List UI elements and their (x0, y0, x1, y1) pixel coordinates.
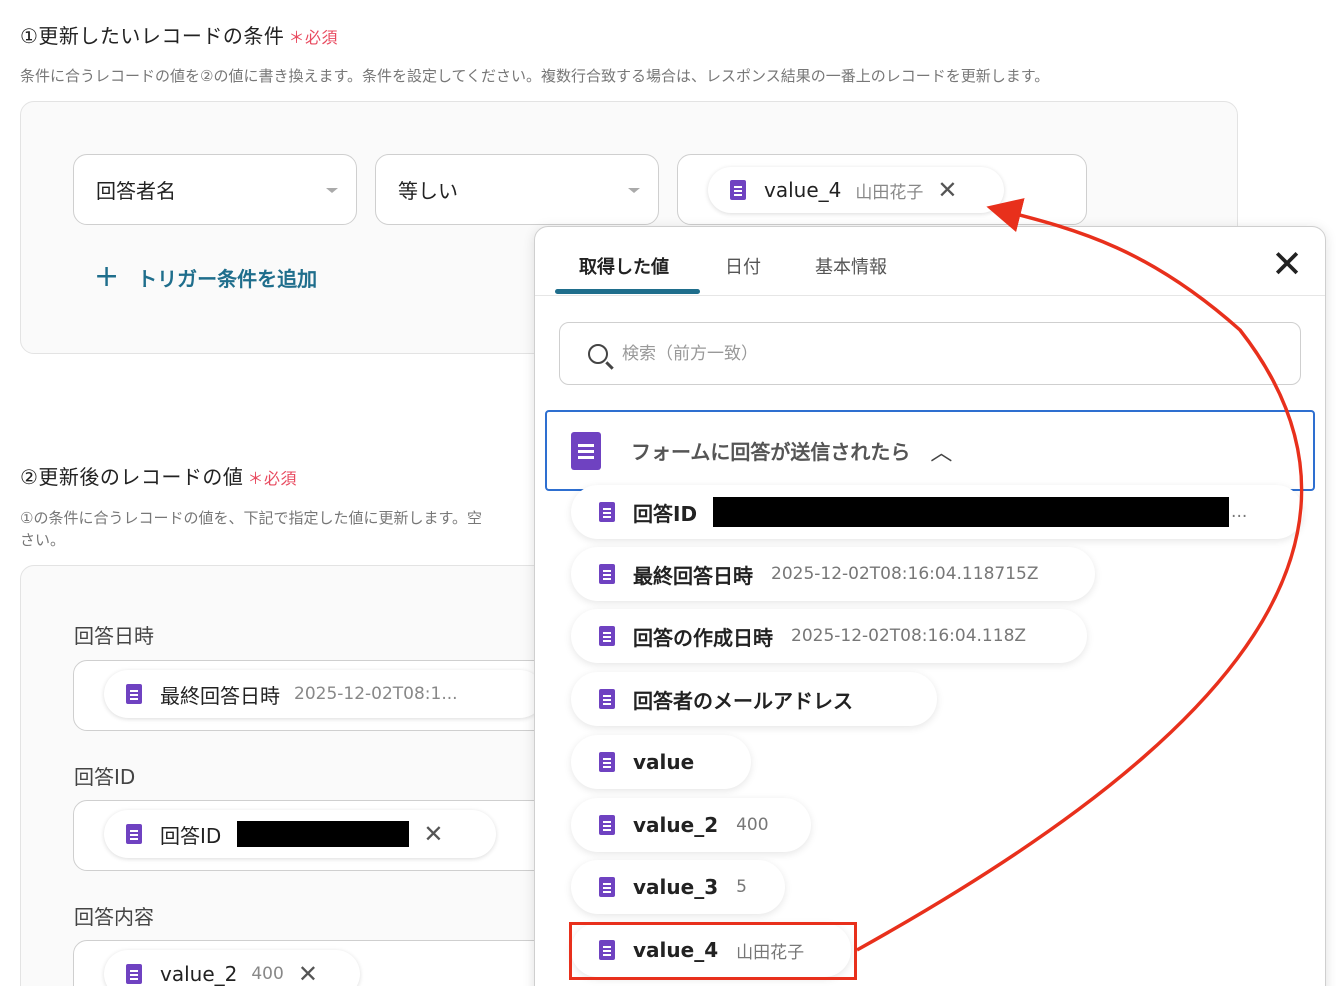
item-value: 5 (736, 877, 747, 897)
operator-select-value: 等しい (398, 179, 458, 203)
highlight-box (569, 922, 857, 980)
form-doc-icon (571, 431, 601, 470)
form-doc-icon (599, 626, 615, 646)
form-doc-icon (599, 502, 615, 522)
chip-value: 山田花子 (855, 182, 924, 203)
answer-content-chip[interactable]: value_2 400 ✕ (104, 950, 360, 986)
section2-title: ②更新後のレコードの値 ＊必須 (20, 461, 297, 490)
add-trigger-label: トリガー条件を追加 (137, 266, 318, 291)
close-icon[interactable]: ✕ (298, 962, 318, 986)
list-item-respondent-email[interactable]: 回答者のメールアドレス (571, 672, 937, 726)
operator-select[interactable]: 等しい (375, 154, 659, 225)
chevron-up-icon: ︿ (930, 440, 953, 466)
item-value: 2025-12-02T08:16:04.118Z (791, 626, 1027, 646)
answer-datetime-chip[interactable]: 最終回答日時 2025-12-02T08:1... (104, 670, 544, 718)
chip-name: 回答ID (160, 823, 222, 848)
field-select[interactable]: 回答者名 (73, 154, 357, 225)
field-label-answer-datetime: 回答日時 (74, 624, 154, 648)
tab-acquired-values[interactable]: 取得した値 (579, 253, 669, 279)
group-header[interactable]: フォームに回答が送信されたら ︿ (545, 410, 1315, 491)
required-badge: ＊必須 (288, 28, 338, 47)
form-doc-icon (599, 689, 615, 709)
redacted-block (237, 821, 410, 847)
field-label-answer-content: 回答内容 (74, 905, 154, 929)
redacted-block (713, 497, 1230, 527)
item-name: value (633, 750, 695, 774)
close-icon[interactable]: ✕ (1271, 245, 1303, 283)
list-item-value-2[interactable]: value_2 400 (571, 798, 811, 852)
list-item-answer-id[interactable]: 回答ID ... (571, 485, 1303, 539)
chip-value: 2025-12-02T08:1... (294, 684, 458, 704)
item-name: value_3 (633, 875, 719, 899)
section1-description: 条件に合うレコードの値を②の値に書き換えます。条件を設定してください。複数行合致… (20, 67, 1050, 85)
field-label-answer-id: 回答ID (74, 765, 136, 789)
field-select-value: 回答者名 (96, 179, 176, 203)
chip-name: value_2 (160, 962, 238, 986)
form-doc-icon (730, 180, 746, 200)
item-name: value_2 (633, 813, 719, 837)
search-input[interactable] (622, 343, 1222, 364)
chip-name: value_4 (764, 178, 842, 202)
close-icon[interactable]: ✕ (423, 822, 443, 846)
list-item-value[interactable]: value (571, 735, 751, 789)
active-tab-indicator (555, 289, 700, 294)
list-item-last-answer-datetime[interactable]: 最終回答日時 2025-12-02T08:16:04.118715Z (571, 547, 1095, 601)
section2-description-line1: ①の条件に合うレコードの値を、下記で指定した値に更新します。空 (20, 509, 482, 527)
section2-title-text: ②更新後のレコードの値 (20, 465, 244, 489)
tab-basic-info[interactable]: 基本情報 (815, 253, 887, 279)
item-value: ... (1231, 502, 1248, 522)
item-name: 最終回答日時 (633, 563, 753, 588)
form-doc-icon (126, 684, 142, 704)
group-title: フォームに回答が送信されたら (631, 440, 911, 464)
form-doc-icon (599, 564, 615, 584)
section1-title: ①更新したいレコードの条件 ＊必須 (20, 20, 338, 49)
list-item-created-datetime[interactable]: 回答の作成日時 2025-12-02T08:16:04.118Z (571, 609, 1087, 663)
value-picker-popup: 取得した値 日付 基本情報 ✕ フォームに回答が送信されたら ︿ 回答ID ..… (534, 226, 1326, 986)
chevron-down-icon (326, 187, 338, 193)
chevron-down-icon (628, 187, 640, 193)
close-icon[interactable]: ✕ (937, 178, 957, 202)
item-value: 2025-12-02T08:16:04.118715Z (771, 564, 1039, 584)
form-doc-icon (126, 824, 142, 844)
search-icon (588, 343, 608, 364)
section2-description-line2: さい。 (20, 531, 66, 549)
form-doc-icon (126, 964, 142, 984)
form-doc-icon (599, 752, 615, 772)
answer-id-chip[interactable]: 回答ID ✕ (104, 810, 496, 858)
tab-divider (535, 295, 1325, 296)
add-trigger-button[interactable]: + トリガー条件を追加 (94, 262, 317, 292)
item-name: 回答ID (633, 501, 698, 526)
condition-value-chip[interactable]: value_4 山田花子 ✕ (708, 167, 1004, 213)
item-name: 回答の作成日時 (633, 625, 773, 650)
item-name: 回答者のメールアドレス (633, 688, 853, 713)
page: ①更新したいレコードの条件 ＊必須 条件に合うレコードの値を②の値に書き換えます。… (0, 0, 1336, 986)
form-doc-icon (599, 877, 615, 897)
tab-date[interactable]: 日付 (725, 253, 761, 279)
item-value: 400 (736, 815, 769, 835)
search-box[interactable] (559, 322, 1301, 385)
chip-name: 最終回答日時 (160, 683, 280, 708)
chip-value: 400 (251, 964, 284, 984)
required-badge: ＊必須 (247, 469, 297, 488)
section1-title-text: ①更新したいレコードの条件 (20, 24, 285, 48)
form-doc-icon (599, 815, 615, 835)
plus-icon: + (94, 259, 120, 294)
list-item-value-3[interactable]: value_3 5 (571, 860, 785, 914)
